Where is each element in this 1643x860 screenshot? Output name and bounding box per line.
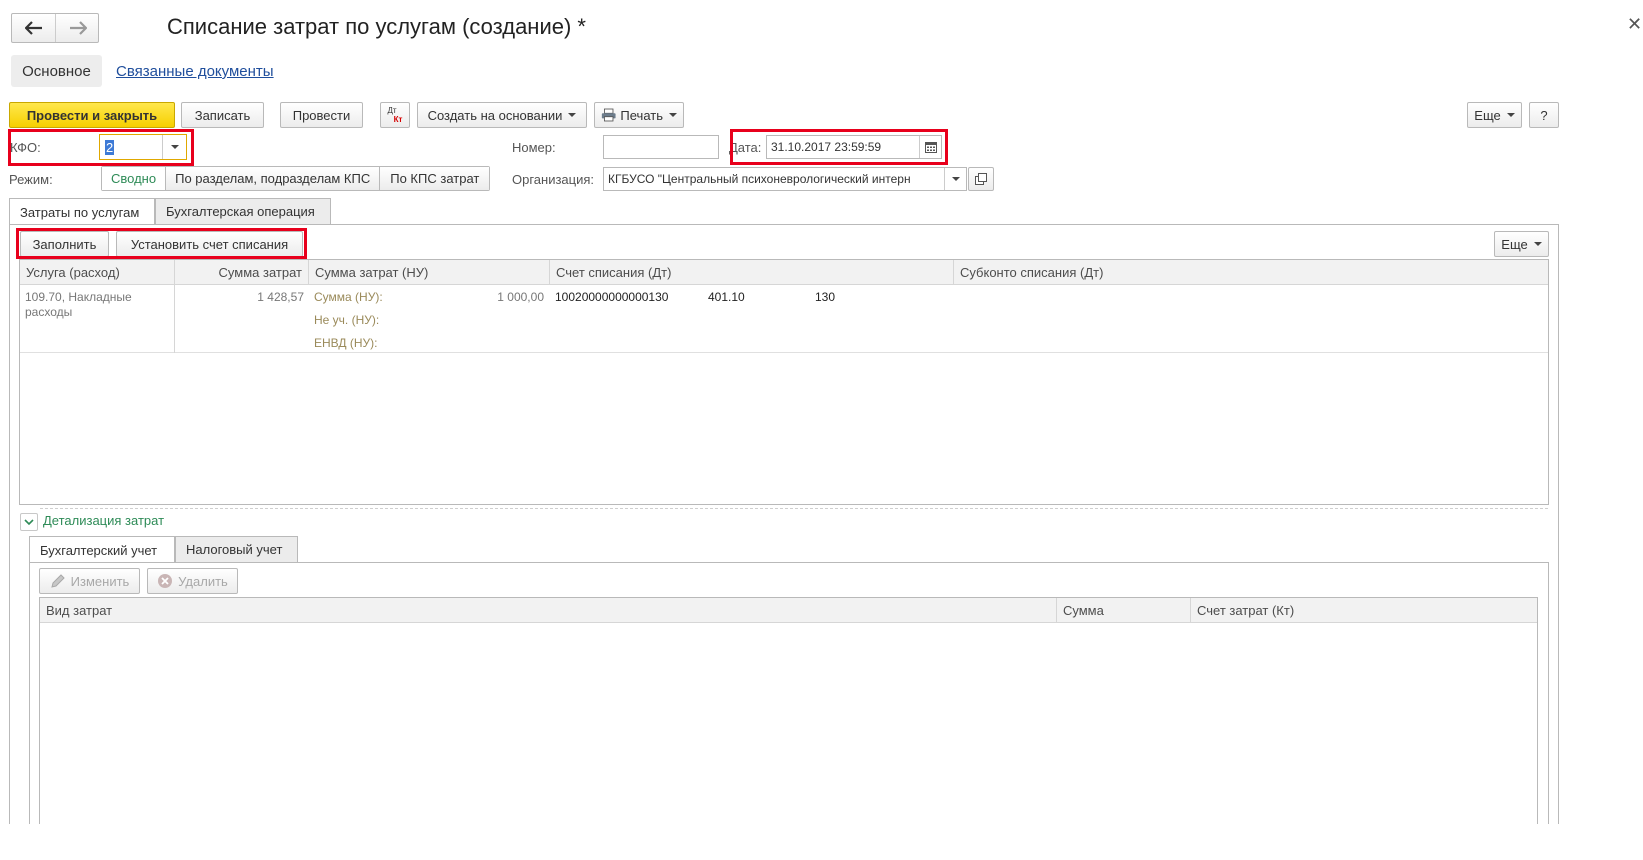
mode-option-sections[interactable]: По разделам, подразделам КПС <box>166 167 381 190</box>
col-amount-nu[interactable]: Сумма затрат (НУ) <box>309 260 550 285</box>
nu-notacc-label: Не уч. (НУ): <box>314 313 380 327</box>
mode-label: Режим: <box>9 172 53 187</box>
dt-kt-button[interactable]: Дт Кт <box>380 102 410 128</box>
detail-title[interactable]: Детализация затрат <box>43 513 164 528</box>
create-based-on-label: Создать на основании <box>427 107 563 123</box>
dt-label: Дт <box>387 106 397 115</box>
tab-costs-by-services[interactable]: Затраты по услугам <box>9 198 155 225</box>
col-cost-account[interactable]: Счет затрат (Кт) <box>1191 598 1537 623</box>
print-label: Печать <box>620 107 663 123</box>
nu-sum-label: Сумма (НУ): <box>314 290 383 304</box>
back-arrow-icon[interactable] <box>12 14 56 42</box>
costs-table: Услуга (расход) Сумма затрат Сумма затра… <box>19 259 1549 505</box>
highlight-date <box>730 129 948 165</box>
detail-table: Вид затрат Сумма Счет затрат (Кт) <box>39 597 1538 824</box>
create-based-on-button[interactable]: Создать на основании <box>417 102 587 128</box>
service-cell: 109.70, Накладные расходы <box>25 290 132 319</box>
save-button[interactable]: Записать <box>181 102 264 128</box>
col-amount[interactable]: Сумма затрат <box>175 260 309 285</box>
chevron-down-icon <box>1533 242 1542 246</box>
nu-sum-value: 1 000,00 <box>497 290 544 304</box>
chevron-down-icon <box>1506 113 1515 117</box>
account-code-cell: 10020000000000130 <box>555 290 669 304</box>
page-title: Списание затрат по услугам (создание) * <box>167 14 586 39</box>
post-and-close-button[interactable]: Провести и закрыть <box>9 102 175 128</box>
amount-cell: 1 428,57 <box>257 290 304 304</box>
edit-button[interactable]: Изменить <box>39 568 140 594</box>
nav-buttons <box>11 13 99 43</box>
forward-arrow-icon[interactable] <box>56 14 99 42</box>
chevron-down-icon <box>24 518 34 525</box>
delete-icon <box>158 574 173 588</box>
printer-icon <box>601 108 616 122</box>
delete-button[interactable]: Удалить <box>147 568 238 594</box>
edit-label: Изменить <box>70 573 130 589</box>
table-more-label: Еще <box>1501 236 1528 252</box>
tab-related-documents[interactable]: Связанные документы <box>116 63 274 80</box>
col-cost-type[interactable]: Вид затрат <box>40 598 1057 623</box>
pencil-icon <box>50 574 65 588</box>
number-label: Номер: <box>512 140 556 155</box>
kt-label: Кт <box>393 115 403 124</box>
more-label: Еще <box>1474 107 1501 123</box>
col-subconto[interactable]: Субконто списания (Дт) <box>954 260 1548 285</box>
post-button[interactable]: Провести <box>280 102 363 128</box>
mode-switch: Сводно По разделам, подразделам КПС По К… <box>101 166 491 191</box>
chevron-down-icon <box>669 113 677 117</box>
tab-accounting-operation[interactable]: Бухгалтерская операция <box>155 198 331 224</box>
organization-label: Организация: <box>512 172 595 187</box>
nu-envd-label: ЕНВД (НУ): <box>314 336 378 350</box>
open-window-icon <box>975 173 987 185</box>
delete-label: Удалить <box>178 573 228 589</box>
chevron-down-icon <box>568 113 577 117</box>
col-writeoff-account[interactable]: Счет списания (Дт) <box>550 260 954 285</box>
mode-option-kps[interactable]: По КПС затрат <box>380 167 490 190</box>
account-kosgu-cell: 130 <box>815 290 836 304</box>
print-button[interactable]: Печать <box>594 102 684 128</box>
table-more-button[interactable]: Еще <box>1494 231 1549 257</box>
detail-table-header: Вид затрат Сумма Счет затрат (Кт) <box>40 598 1537 623</box>
tab-accounting[interactable]: Бухгалтерский учет <box>29 536 175 563</box>
table-row[interactable]: 109.70, Накладные расходы 1 428,57 Сумма… <box>20 285 1548 353</box>
tab-main[interactable]: Основное <box>11 55 102 87</box>
more-button[interactable]: Еще <box>1467 102 1522 128</box>
number-field[interactable] <box>603 135 719 159</box>
highlight-kfo <box>8 129 194 166</box>
highlight-table-buttons <box>16 228 307 259</box>
detail-collapse-toggle[interactable] <box>20 513 38 531</box>
account-number-cell: 401.10 <box>708 290 745 304</box>
organization-dropdown-icon[interactable] <box>944 168 966 190</box>
help-button[interactable]: ? <box>1529 102 1559 128</box>
detail-divider <box>40 508 1548 509</box>
mode-option-summary[interactable]: Сводно <box>102 167 167 190</box>
organization-field[interactable]: КГБУСО "Центральный психоневрологический… <box>603 167 967 191</box>
costs-table-header: Услуга (расход) Сумма затрат Сумма затра… <box>20 260 1548 285</box>
tab-tax-accounting[interactable]: Налоговый учет <box>175 536 298 562</box>
open-organization-button[interactable] <box>968 167 994 191</box>
col-sum[interactable]: Сумма <box>1057 598 1191 623</box>
organization-value: КГБУСО "Центральный психоневрологический… <box>608 172 911 186</box>
close-icon[interactable]: ✕ <box>1627 14 1642 35</box>
col-service[interactable]: Услуга (расход) <box>20 260 175 285</box>
